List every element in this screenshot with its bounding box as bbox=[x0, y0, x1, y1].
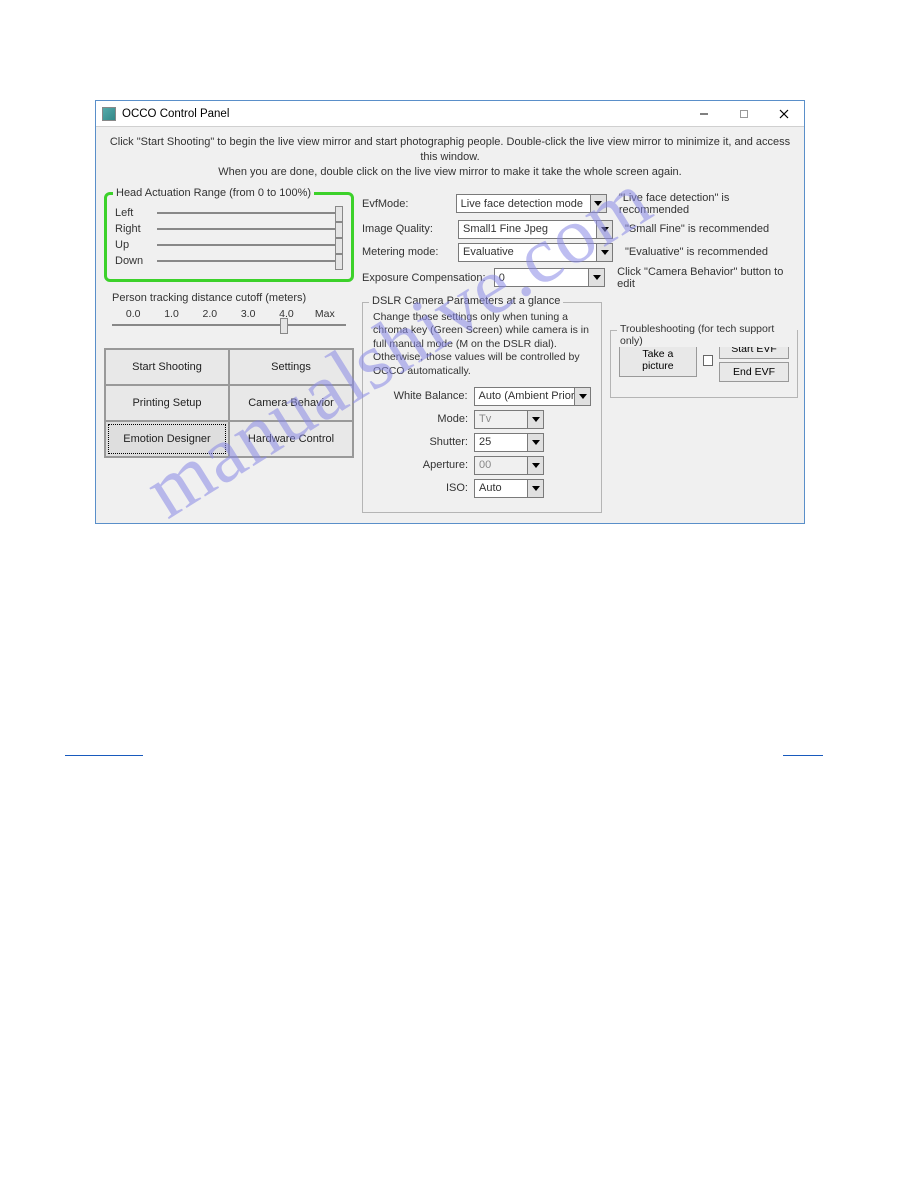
slider-down-label: Down bbox=[115, 255, 151, 267]
white-balance-label: White Balance: bbox=[373, 390, 468, 402]
distance-cutoff-legend: Person tracking distance cutoff (meters) bbox=[112, 292, 346, 304]
metering-mode-combo[interactable]: Evaluative bbox=[458, 243, 613, 262]
evfmode-hint: "Live face detection" is recommended bbox=[619, 192, 798, 216]
dropdown-arrow-icon bbox=[527, 457, 543, 474]
metering-mode-hint: "Evaluative" is recommended bbox=[625, 246, 768, 258]
printing-setup-button[interactable]: Printing Setup bbox=[105, 385, 229, 421]
end-evf-button[interactable]: End EVF bbox=[719, 362, 789, 382]
dropdown-arrow-icon bbox=[527, 480, 543, 497]
tick-3: 3.0 bbox=[229, 308, 267, 320]
image-quality-label: Image Quality: bbox=[362, 223, 452, 235]
shutter-value: 25 bbox=[479, 436, 491, 448]
white-balance-combo[interactable]: Auto (Ambient Priority) bbox=[474, 387, 591, 406]
shutter-combo[interactable]: 25 bbox=[474, 433, 544, 452]
slider-up[interactable] bbox=[157, 244, 343, 246]
aperture-combo[interactable]: 00 bbox=[474, 456, 544, 475]
dropdown-arrow-icon bbox=[527, 411, 543, 428]
dropdown-arrow-icon bbox=[596, 221, 612, 238]
take-picture-button[interactable]: Take a picture bbox=[619, 343, 697, 377]
slider-down[interactable] bbox=[157, 260, 343, 262]
tick-2: 2.0 bbox=[191, 308, 229, 320]
dropdown-arrow-icon bbox=[590, 195, 606, 212]
dslr-parameters-group: DSLR Camera Parameters at a glance Chang… bbox=[362, 302, 602, 513]
mode-combo[interactable]: Tv bbox=[474, 410, 544, 429]
dslr-note: Change those settings only when tuning a… bbox=[373, 311, 591, 379]
tick-max: Max bbox=[306, 308, 344, 320]
distance-slider[interactable] bbox=[112, 324, 346, 326]
slider-right-label: Right bbox=[115, 223, 151, 235]
camera-behavior-button[interactable]: Camera Behavior bbox=[229, 385, 353, 421]
main-button-grid: Start Shooting Settings Printing Setup C… bbox=[104, 348, 354, 458]
evfmode-value: Live face detection mode bbox=[461, 198, 583, 210]
evfmode-combo[interactable]: Live face detection mode bbox=[456, 194, 607, 213]
head-range-legend: Head Actuation Range (from 0 to 100%) bbox=[113, 187, 314, 199]
troubleshooting-group: Troubleshooting (for tech support only) … bbox=[610, 330, 798, 398]
distance-cutoff-group: Person tracking distance cutoff (meters)… bbox=[104, 288, 354, 334]
exposure-comp-value: 0 bbox=[499, 272, 505, 284]
slider-right[interactable] bbox=[157, 228, 343, 230]
dropdown-arrow-icon bbox=[527, 434, 543, 451]
dropdown-arrow-icon bbox=[574, 388, 590, 405]
slider-left[interactable] bbox=[157, 212, 343, 214]
occo-control-panel-window: OCCO Control Panel Click "Start Shooting… bbox=[95, 100, 805, 524]
tick-1: 1.0 bbox=[152, 308, 190, 320]
iso-combo[interactable]: Auto bbox=[474, 479, 544, 498]
troubleshooting-checkbox[interactable] bbox=[703, 355, 713, 366]
app-icon bbox=[102, 107, 116, 121]
instructions-line2: When you are done, double click on the l… bbox=[218, 166, 681, 178]
footer-rule bbox=[0, 755, 918, 756]
exposure-comp-combo[interactable]: 0 bbox=[494, 268, 605, 287]
shutter-label: Shutter: bbox=[373, 436, 468, 448]
distance-ticks: 0.0 1.0 2.0 3.0 4.0 Max bbox=[112, 308, 346, 320]
maximize-button[interactable] bbox=[724, 101, 764, 127]
dropdown-arrow-icon bbox=[588, 269, 604, 286]
dslr-legend: DSLR Camera Parameters at a glance bbox=[369, 295, 563, 307]
metering-mode-label: Metering mode: bbox=[362, 246, 452, 258]
slider-up-label: Up bbox=[115, 239, 151, 251]
settings-button[interactable]: Settings bbox=[229, 349, 353, 385]
exposure-comp-label: Exposure Compensation: bbox=[362, 272, 488, 284]
start-shooting-button[interactable]: Start Shooting bbox=[105, 349, 229, 385]
metering-mode-value: Evaluative bbox=[463, 246, 514, 258]
tick-0: 0.0 bbox=[114, 308, 152, 320]
minimize-button[interactable] bbox=[684, 101, 724, 127]
instructions: Click "Start Shooting" to begin the live… bbox=[96, 127, 804, 186]
troubleshooting-legend: Troubleshooting (for tech support only) bbox=[617, 323, 797, 347]
slider-left-label: Left bbox=[115, 207, 151, 219]
mode-label: Mode: bbox=[373, 413, 468, 425]
aperture-value: 00 bbox=[479, 459, 491, 471]
evfmode-label: EvfMode: bbox=[362, 198, 450, 210]
window-title: OCCO Control Panel bbox=[122, 108, 229, 120]
iso-label: ISO: bbox=[373, 482, 468, 494]
close-button[interactable] bbox=[764, 101, 804, 127]
image-quality-combo[interactable]: Small1 Fine Jpeg bbox=[458, 220, 613, 239]
mode-value: Tv bbox=[479, 413, 491, 425]
aperture-label: Aperture: bbox=[373, 459, 468, 471]
head-actuation-range-group: Head Actuation Range (from 0 to 100%) Le… bbox=[104, 192, 354, 282]
hardware-control-button[interactable]: Hardware Control bbox=[229, 421, 353, 457]
exposure-comp-hint: Click "Camera Behavior" button to edit bbox=[617, 266, 798, 290]
emotion-designer-button[interactable]: Emotion Designer bbox=[105, 421, 229, 457]
image-quality-value: Small1 Fine Jpeg bbox=[463, 223, 548, 235]
dropdown-arrow-icon bbox=[596, 244, 612, 261]
iso-value: Auto bbox=[479, 482, 502, 494]
instructions-line1: Click "Start Shooting" to begin the live… bbox=[110, 136, 790, 163]
titlebar: OCCO Control Panel bbox=[96, 101, 804, 127]
white-balance-value: Auto (Ambient Priority) bbox=[479, 390, 590, 402]
image-quality-hint: "Small Fine" is recommended bbox=[625, 223, 769, 235]
